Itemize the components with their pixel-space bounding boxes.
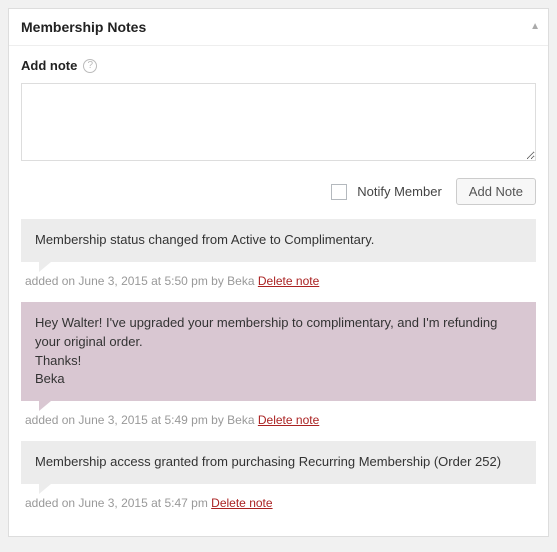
note-textarea[interactable] [21,83,536,161]
help-icon[interactable]: ? [83,59,97,73]
note-content: Hey Walter! I've upgraded your membershi… [21,302,536,401]
note-by-word: by [208,274,227,288]
note-author: Beka [227,274,254,288]
note-content: Membership status changed from Active to… [21,219,536,262]
note-meta: added on June 3, 2015 at 5:47 pm Delete … [21,484,536,516]
note-meta: added on June 3, 2015 at 5:50 pm by Beka… [21,262,536,294]
notify-member-label: Notify Member [357,184,442,199]
note-content: Membership access granted from purchasin… [21,441,536,484]
panel-header: Membership Notes ▲ [9,9,548,46]
notify-member-checkbox[interactable] [331,184,347,200]
add-note-label: Add note [21,58,77,73]
membership-notes-panel: Membership Notes ▲ Add note ? Notify Mem… [8,8,549,537]
note-date: June 3, 2015 at 5:50 pm [78,274,207,288]
note-author: Beka [227,413,254,427]
delete-note-link[interactable]: Delete note [211,496,272,510]
panel-toggle-icon[interactable]: ▲ [530,22,540,32]
note-meta-prefix: added on [25,274,78,288]
note-date: June 3, 2015 at 5:49 pm [78,413,207,427]
note-meta-prefix: added on [25,413,78,427]
note-meta: added on June 3, 2015 at 5:49 pm by Beka… [21,401,536,433]
note-date: June 3, 2015 at 5:47 pm [78,496,207,510]
note-item: Membership access granted from purchasin… [21,441,536,516]
note-by-word: by [208,413,227,427]
add-note-button[interactable]: Add Note [456,178,536,205]
panel-title: Membership Notes [21,19,536,35]
note-item: Membership status changed from Active to… [21,219,536,294]
note-item: Hey Walter! I've upgraded your membershi… [21,302,536,433]
panel-body: Add note ? Notify Member Add Note Member… [9,46,548,536]
add-note-header: Add note ? [21,58,536,73]
delete-note-link[interactable]: Delete note [258,274,319,288]
notes-list: Membership status changed from Active to… [21,219,536,516]
delete-note-link[interactable]: Delete note [258,413,319,427]
add-note-actions: Notify Member Add Note [21,178,536,205]
note-meta-prefix: added on [25,496,78,510]
